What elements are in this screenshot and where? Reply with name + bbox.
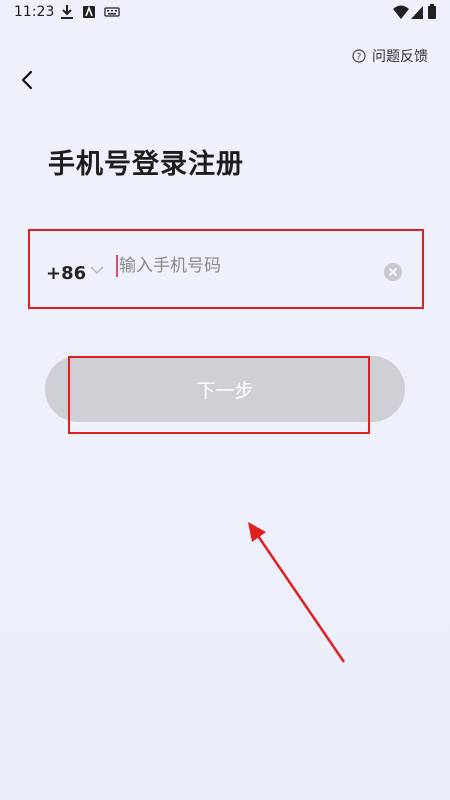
annotation-box-next: [68, 356, 370, 434]
status-bar: 11:23: [0, 0, 450, 26]
back-button[interactable]: [14, 66, 42, 94]
status-time: 11:23: [14, 4, 55, 20]
help-circle-icon: ?: [352, 49, 366, 63]
feedback-label: 问题反馈: [372, 49, 428, 65]
wifi-icon: [393, 5, 409, 19]
cellular-icon: [411, 6, 423, 19]
annotation-box-phone: [28, 229, 424, 309]
battery-icon: [428, 4, 436, 19]
app-icon: [83, 5, 95, 18]
chevron-left-icon: [21, 70, 33, 90]
svg-text:?: ?: [357, 53, 362, 63]
page-title: 手机号登录注册: [48, 149, 244, 180]
keyboard-icon: [104, 7, 120, 17]
download-icon: [61, 5, 73, 19]
feedback-link[interactable]: ? 问题反馈: [352, 46, 428, 66]
